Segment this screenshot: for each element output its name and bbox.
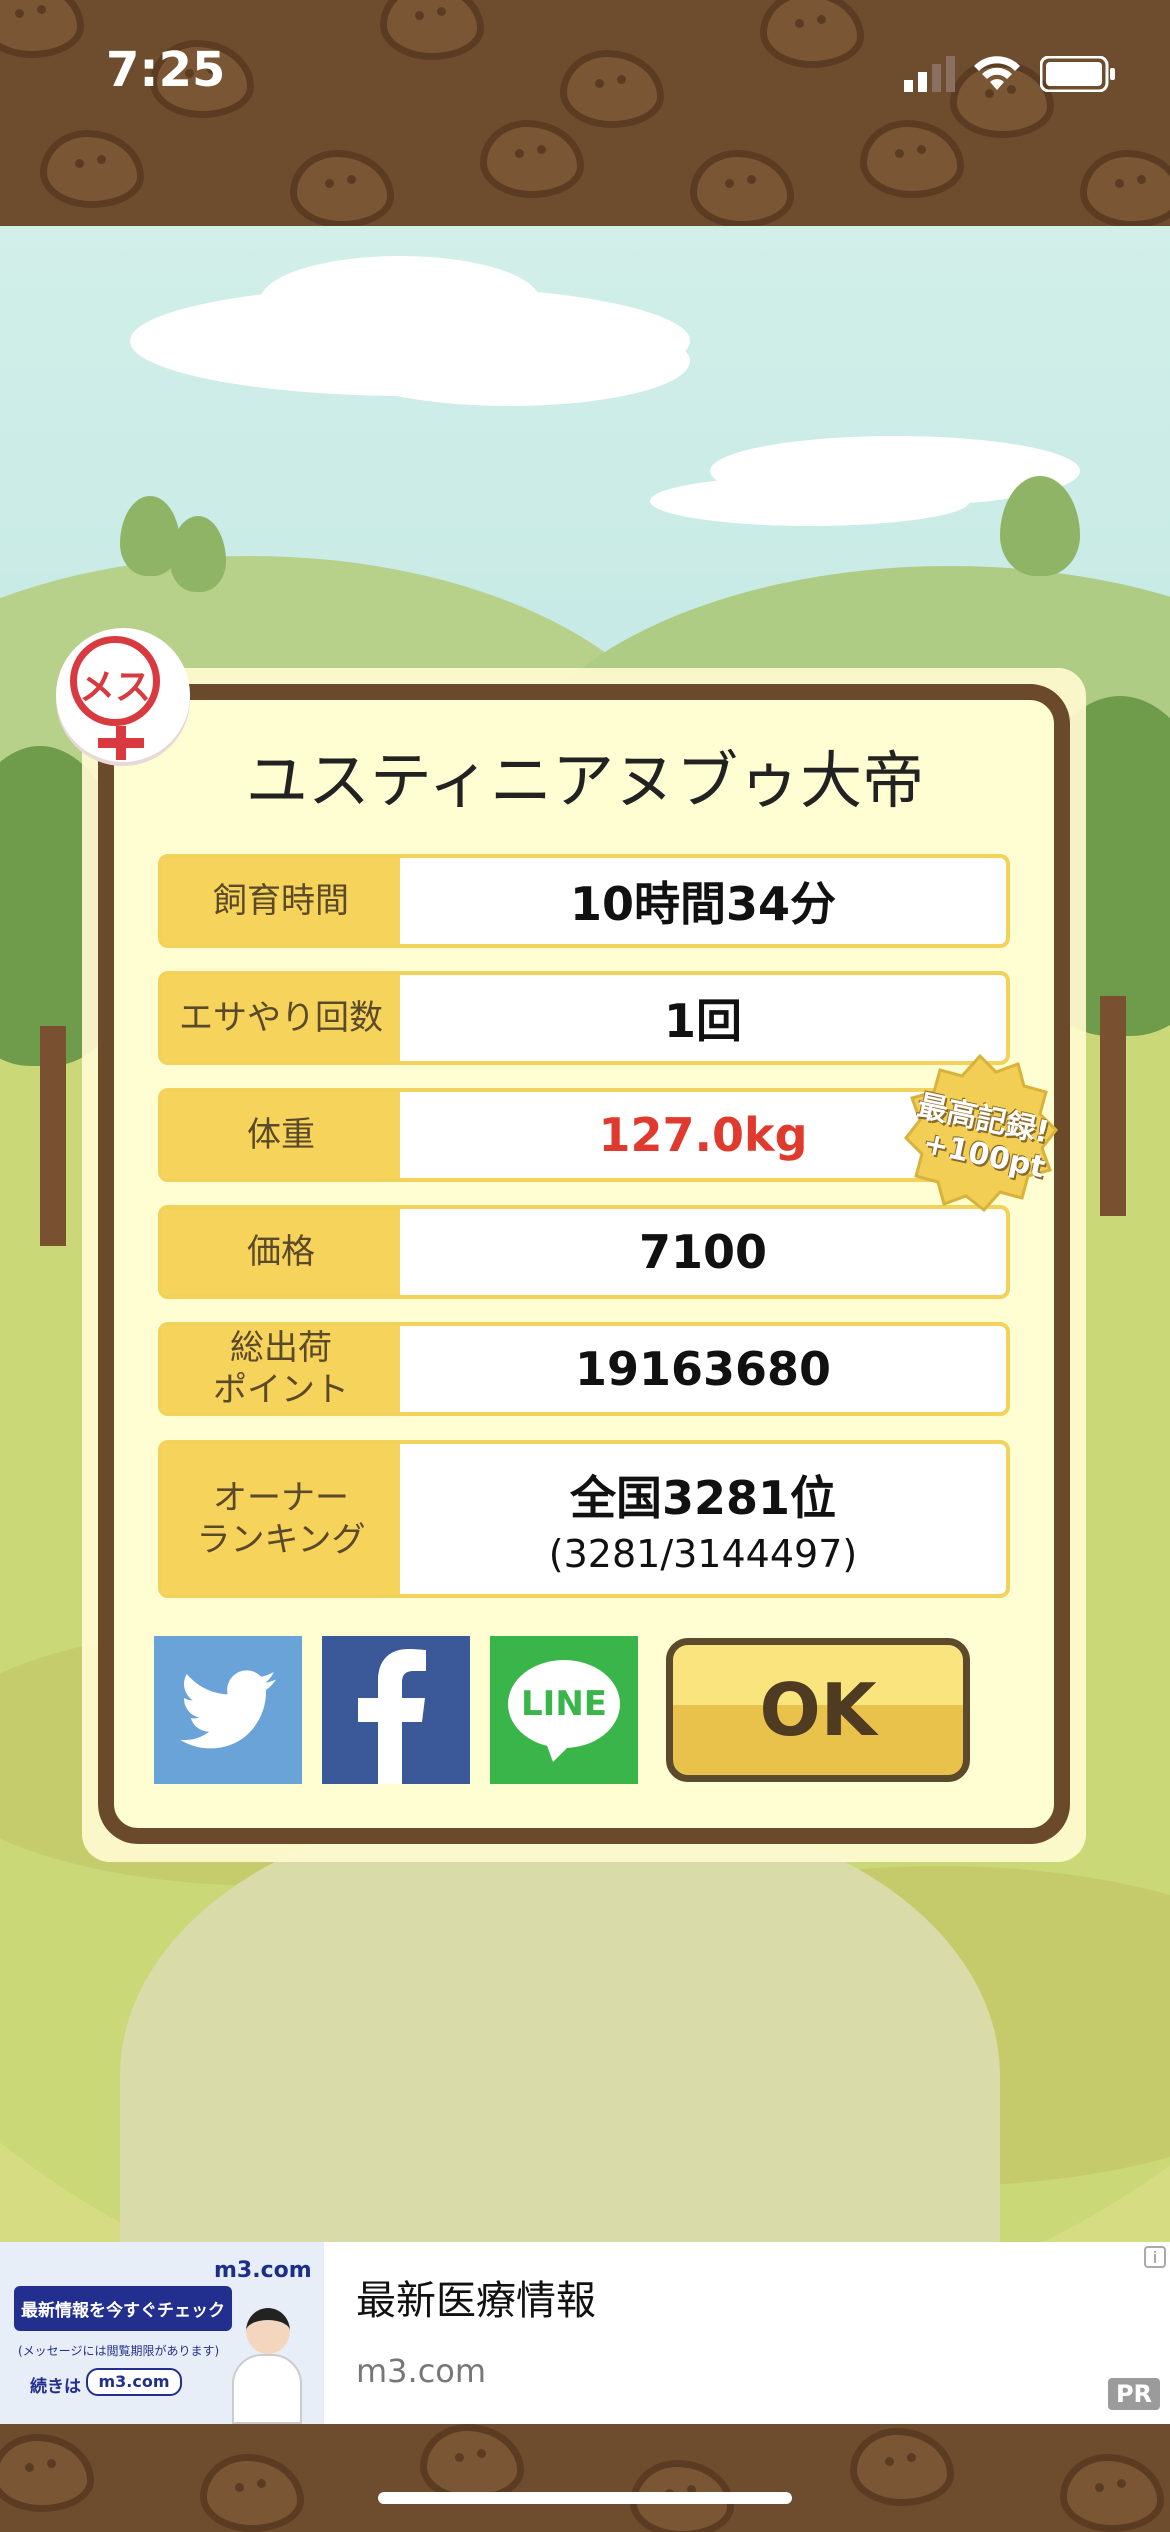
ad-image-cta: m3.com [86,2368,182,2396]
stat-label: 体重 [162,1092,400,1178]
ad-info-icon[interactable]: i [1144,2246,1166,2268]
ad-image-headline: 最新情報を今すぐチェック [14,2286,232,2331]
stat-label: オーナー ランキング [162,1444,400,1594]
facebook-share-button[interactable] [322,1636,470,1784]
stat-value: 1回 [663,994,742,1048]
home-indicator[interactable] [378,2492,792,2504]
battery-icon [1039,55,1116,93]
bottom-pattern-background [0,2424,1170,2532]
stat-label: 価格 [162,1209,400,1295]
stat-value: 7100 [638,1225,768,1279]
facebook-icon [358,1649,426,1784]
line-share-button[interactable]: LINE [490,1636,638,1784]
top-pattern-background [0,0,1170,226]
stat-row-price: 価格 7100 [158,1205,1010,1299]
stat-row-feed-count: エサやり回数 1回 [158,971,1010,1065]
stat-row-total-points: 総出荷 ポイント 19163680 [158,1322,1010,1416]
new-record-badge: 最高記録! +100pt [896,1050,1064,1218]
twitter-icon [180,1670,276,1749]
stat-row-weight: 体重 127.0kg [158,1088,1010,1182]
ad-pr-badge: PR [1108,2378,1160,2410]
line-label: LINE [521,1684,607,1724]
signal-icon [904,56,960,92]
stat-label: エサやり回数 [162,975,400,1061]
ad-banner[interactable]: m3.com 最新情報を今すぐチェック (メッセージには閲覧期限があります) 続… [0,2242,1170,2424]
stat-row-breeding-time: 飼育時間 10時間34分 [158,854,1010,948]
ranking-main: 全国3281位 [569,1471,837,1525]
stat-label: 総出荷 ポイント [162,1326,400,1412]
ranking-value: 全国3281位 (3281/3144497) [400,1444,1006,1594]
status-time: 7:25 [106,42,226,98]
ad-image-cta-prefix: 続きは [30,2377,81,2397]
ad-image[interactable]: m3.com 最新情報を今すぐチェック (メッセージには閲覧期限があります) 続… [0,2242,324,2424]
pig-name: ユスティニアヌブゥ大帝 [245,744,925,817]
ad-domain: m3.com [356,2352,487,2390]
stat-value: 19163680 [574,1342,832,1396]
doctor-illustration [232,2308,302,2424]
gender-label: メス [78,667,151,708]
wifi-icon [972,52,1022,92]
stat-label: 飼育時間 [162,858,400,944]
stat-row-owner-ranking: オーナー ランキング 全国3281位 (3281/3144497) [158,1440,1010,1598]
ad-image-note: (メッセージには閲覧期限があります) [18,2344,220,2358]
stat-value: 10時間34分 [569,877,837,931]
ad-logo: m3.com [214,2258,312,2283]
ok-button[interactable]: OK [666,1638,970,1782]
twitter-share-button[interactable] [154,1636,302,1784]
ranking-detail: (3281/3144497) [548,1532,858,1576]
ad-title[interactable]: 最新医療情報 [356,2268,596,2326]
